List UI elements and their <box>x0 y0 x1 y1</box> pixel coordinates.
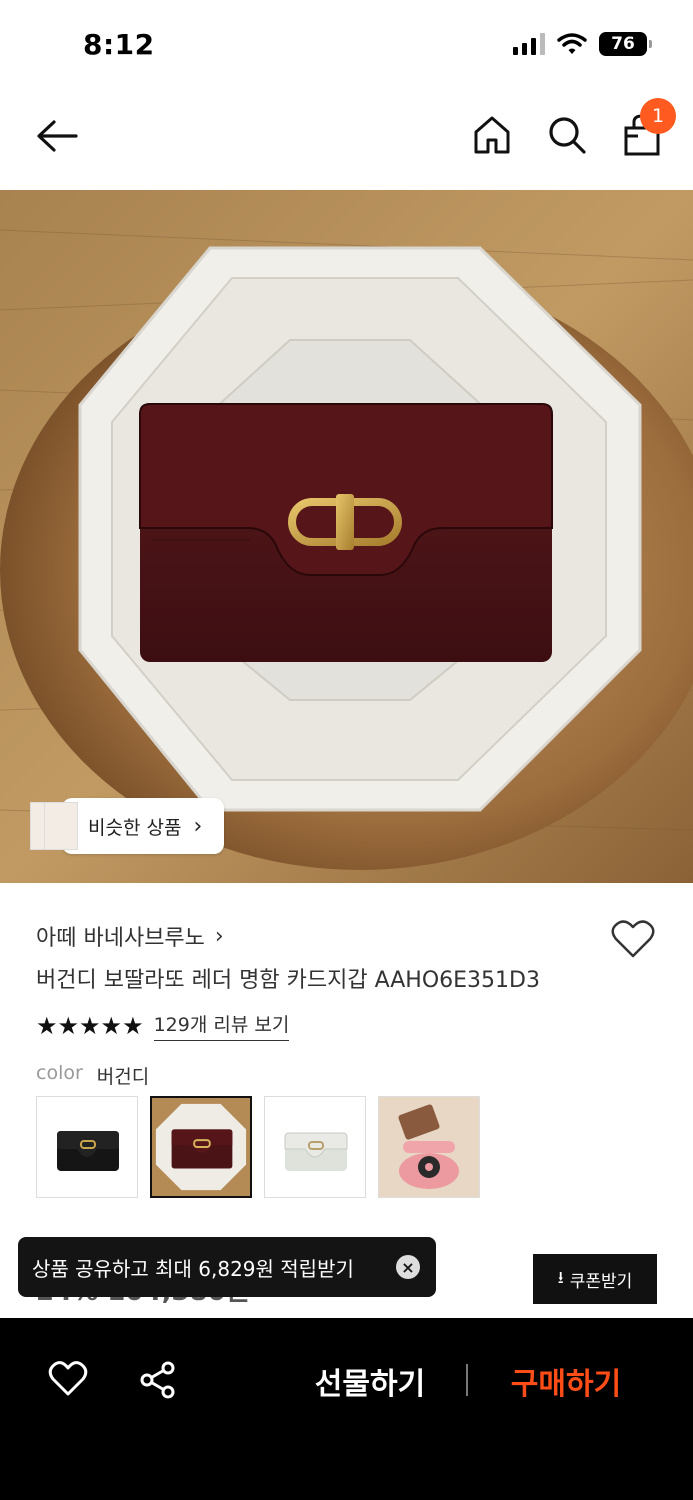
status-indicators: 76 <box>513 32 652 56</box>
gift-button[interactable]: 선물하기 <box>300 1358 440 1404</box>
similar-products-button[interactable]: 비슷한 상품 › <box>30 798 225 854</box>
share-reward-toast[interactable]: 상품 공유하고 최대 6,829원 적립받기 × <box>18 1237 436 1297</box>
product-hero-image[interactable]: 비슷한 상품 › <box>0 190 693 883</box>
signal-icon <box>513 33 545 55</box>
buy-button[interactable]: 구매하기 <box>496 1358 636 1404</box>
status-time: 8:12 <box>83 28 155 61</box>
product-photo <box>0 190 693 883</box>
chevron-right-icon: › <box>214 923 224 949</box>
color-label: color <box>36 1062 83 1084</box>
toast-message: 상품 공유하고 최대 6,829원 적립받기 <box>32 1256 354 1281</box>
battery-icon: 76 <box>599 32 652 56</box>
coupon-button[interactable]: ⭳ 쿠폰받기 <box>533 1254 657 1304</box>
review-link[interactable]: 129개 리뷰 보기 <box>153 1010 290 1041</box>
brand-name: 아떼 바네사브루노 <box>36 926 205 951</box>
status-bar: 8:12 76 <box>0 0 693 90</box>
download-icon: ⭳ <box>557 1267 564 1288</box>
chevron-right-icon: › <box>193 813 203 839</box>
wifi-icon <box>557 33 587 54</box>
rating-row: ★★★★★ 129개 리뷰 보기 <box>36 1010 290 1041</box>
close-icon[interactable]: × <box>396 1255 420 1279</box>
cart-count-badge: 1 <box>640 98 676 134</box>
divider <box>466 1364 468 1396</box>
color-row: color 버건디 <box>36 1062 149 1089</box>
similar-thumbnails <box>30 798 90 854</box>
swatch-black[interactable] <box>36 1096 138 1198</box>
star-rating: ★★★★★ <box>36 1011 144 1040</box>
bottom-action-bar: 선물하기 구매하기 <box>0 1318 693 1500</box>
swatch-light-gray[interactable] <box>264 1096 366 1198</box>
color-value: 버건디 <box>96 1066 150 1088</box>
home-icon[interactable] <box>472 114 512 156</box>
similar-label: 비슷한 상품 <box>88 816 182 839</box>
brand-link[interactable]: 아떼 바네사브루노 › <box>36 920 224 952</box>
swatch-lifestyle[interactable] <box>378 1096 480 1198</box>
swatch-burgundy[interactable] <box>150 1096 252 1198</box>
share-icon[interactable] <box>138 1360 178 1400</box>
top-nav: 1 <box>0 96 693 178</box>
coupon-label: 쿠폰받기 <box>569 1271 633 1292</box>
color-swatches <box>36 1096 480 1198</box>
wishlist-heart-icon[interactable] <box>48 1360 88 1398</box>
search-icon[interactable] <box>546 114 588 156</box>
wishlist-heart-icon[interactable] <box>610 918 656 960</box>
back-arrow-icon[interactable] <box>34 116 80 156</box>
product-title: 버건디 보딸라또 레더 명함 카드지갑 AAHO6E351D3 <box>36 968 540 993</box>
